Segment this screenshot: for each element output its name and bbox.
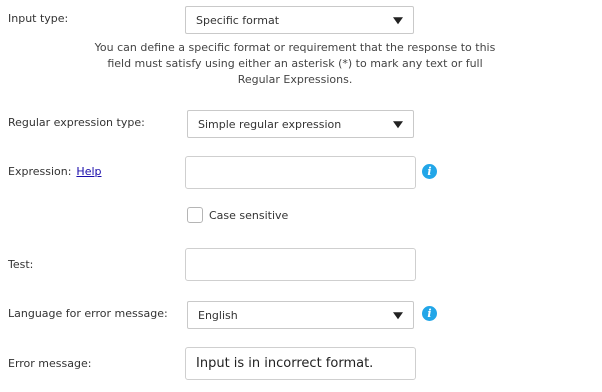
regex-type-selected: Simple regular expression xyxy=(198,117,342,131)
test-label: Test: xyxy=(8,258,34,271)
language-selected: English xyxy=(198,308,238,322)
error-message-input[interactable] xyxy=(185,347,416,380)
error-message-label: Error message: xyxy=(8,357,92,370)
regex-type-label: Regular expression type: xyxy=(8,116,145,129)
chevron-down-icon xyxy=(393,17,403,25)
info-icon[interactable]: i xyxy=(422,306,437,321)
chevron-down-icon xyxy=(393,312,403,320)
expression-input[interactable] xyxy=(185,156,416,189)
case-sensitive-checkbox[interactable] xyxy=(187,207,203,223)
expression-label-row: Expression: Help xyxy=(8,165,102,178)
input-type-label: Input type: xyxy=(8,12,69,25)
input-type-selected: Specific format xyxy=(196,13,280,27)
help-link[interactable]: Help xyxy=(76,165,101,178)
language-label: Language for error message: xyxy=(8,307,168,320)
language-select[interactable]: English xyxy=(187,301,414,329)
test-input[interactable] xyxy=(185,248,416,281)
case-sensitive-label: Case sensitive xyxy=(209,209,289,222)
input-type-help-text: You can define a specific format or requ… xyxy=(94,41,496,86)
expression-label: Expression: xyxy=(8,165,72,178)
info-icon[interactable]: i xyxy=(422,164,437,179)
chevron-down-icon xyxy=(393,121,403,129)
input-type-select[interactable]: Specific format xyxy=(185,6,414,34)
regex-type-select[interactable]: Simple regular expression xyxy=(187,110,414,138)
